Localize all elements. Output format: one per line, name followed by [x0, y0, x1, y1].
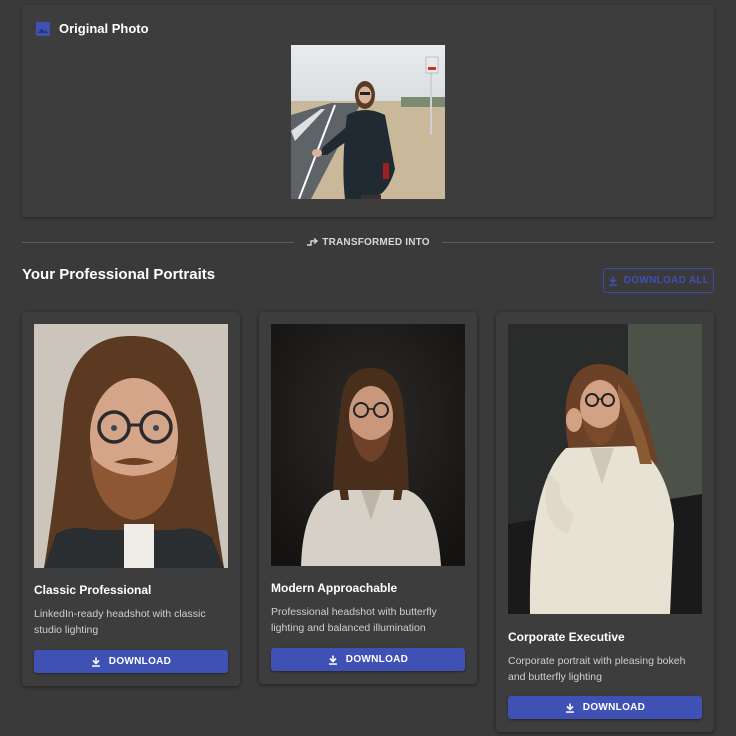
image-icon: [36, 21, 50, 36]
portrait-name: Modern Approachable: [271, 581, 398, 595]
portrait-image-classic-professional: [34, 324, 228, 568]
download-icon: [91, 657, 100, 667]
divider-line-left: [22, 241, 295, 243]
original-photo-title: Original Photo: [59, 21, 149, 36]
divider-label: TRANSFORMED INTO: [322, 236, 430, 248]
download-icon: [328, 655, 337, 665]
download-all-button[interactable]: DOWNLOAD ALL: [603, 268, 714, 293]
download-all-label: DOWNLOAD ALL: [623, 275, 710, 286]
download-button-classic-professional[interactable]: DOWNLOAD: [34, 650, 228, 673]
portrait-description: Corporate portrait with pleasing bokeh a…: [508, 655, 686, 683]
portrait-card-modern-approachable: Modern Approachable Professional headsho…: [259, 312, 477, 684]
original-photo: [291, 45, 445, 199]
portrait-image-modern-approachable: [271, 324, 465, 566]
divider-line-right: [441, 241, 714, 243]
section-title: Your Professional Portraits: [22, 266, 216, 283]
original-photo-header: Original Photo: [36, 21, 149, 36]
portrait-image-corporate-executive: [508, 324, 702, 614]
original-photo-card: Original Photo: [22, 5, 714, 217]
portrait-description: Professional headshot with butterfly lig…: [271, 606, 437, 634]
download-button-corporate-executive[interactable]: DOWNLOAD: [508, 696, 702, 719]
download-icon: [608, 276, 617, 286]
portrait-name: Classic Professional: [34, 583, 152, 597]
download-button-modern-approachable[interactable]: DOWNLOAD: [271, 648, 465, 671]
download-button-label: DOWNLOAD: [582, 702, 646, 713]
portrait-description: LinkedIn-ready headshot with classic stu…: [34, 608, 206, 636]
portrait-card-corporate-executive: Corporate Executive Corporate portrait w…: [496, 312, 714, 732]
portrait-name: Corporate Executive: [508, 630, 625, 644]
app-root: Original Photo TRANSFORMED INTO Your Pro…: [0, 0, 736, 736]
transform-icon: [307, 237, 319, 246]
portrait-card-classic-professional: Classic Professional LinkedIn-ready head…: [22, 312, 240, 686]
transformed-divider: TRANSFORMED INTO: [22, 234, 714, 250]
download-button-label: DOWNLOAD: [345, 654, 409, 665]
divider-label-group: TRANSFORMED INTO: [294, 237, 441, 248]
download-button-label: DOWNLOAD: [108, 656, 172, 667]
download-icon: [565, 703, 574, 713]
